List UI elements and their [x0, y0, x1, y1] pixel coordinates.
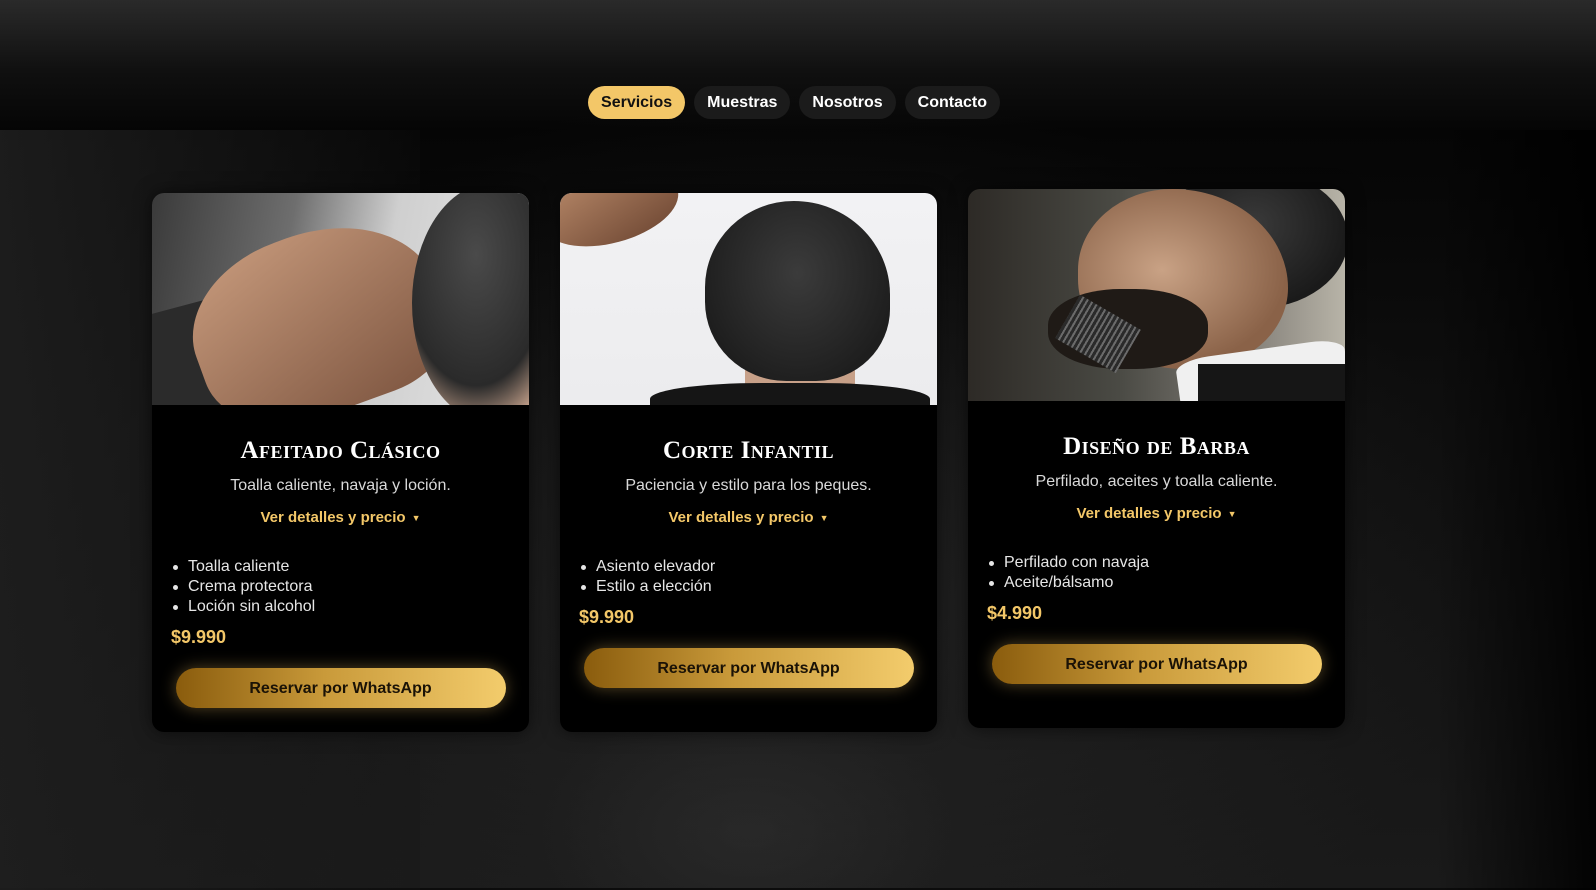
caret-down-icon: ▼: [411, 512, 421, 523]
nav-item-servicios[interactable]: Servicios: [588, 86, 686, 119]
list-item: Asiento elevador: [581, 557, 937, 577]
nav-item-nosotros[interactable]: Nosotros: [799, 86, 896, 119]
service-photo: [560, 193, 937, 405]
feature-list: Asiento elevador Estilo a elección: [560, 557, 937, 597]
service-description: Perfilado, aceites y toalla caliente.: [1035, 473, 1278, 490]
feature-list: Toalla caliente Crema protectora Loción …: [152, 557, 529, 617]
list-item: Toalla caliente: [173, 557, 529, 577]
list-item: Estilo a elección: [581, 577, 937, 597]
service-price: $9.990: [171, 627, 227, 647]
service-title: Diseño de Barba: [1063, 433, 1250, 460]
whatsapp-booking-button[interactable]: Reservar por WhatsApp: [583, 648, 914, 688]
list-item: Aceite/bálsamo: [989, 573, 1345, 593]
caret-down-icon: ▼: [819, 512, 829, 523]
service-title: Afeitado Clásico: [240, 437, 441, 464]
list-item: Perfilado con navaja: [989, 553, 1345, 573]
main-nav: Servicios Muestras Nosotros Contacto: [0, 86, 1596, 119]
details-toggle[interactable]: Ver detalles y precio ▼: [261, 509, 421, 526]
details-toggle[interactable]: Ver detalles y precio ▼: [669, 509, 829, 526]
nav-item-contacto[interactable]: Contacto: [904, 86, 1000, 119]
service-price: $4.990: [987, 603, 1043, 623]
service-card-corte-infantil: Corte Infantil Paciencia y estilo para l…: [560, 193, 937, 732]
service-description: Paciencia y estilo para los peques.: [625, 477, 872, 494]
service-card-diseno-barba: Diseño de Barba Perfilado, aceites y toa…: [968, 189, 1345, 728]
details-label: Ver detalles y precio: [1076, 505, 1222, 522]
service-price: $9.990: [579, 607, 635, 627]
service-title: Corte Infantil: [662, 437, 835, 464]
service-description: Toalla caliente, navaja y loción.: [230, 477, 451, 494]
whatsapp-booking-button[interactable]: Reservar por WhatsApp: [991, 644, 1322, 684]
nav-item-muestras[interactable]: Muestras: [694, 86, 791, 119]
whatsapp-booking-button[interactable]: Reservar por WhatsApp: [175, 668, 506, 708]
details-label: Ver detalles y precio: [260, 509, 406, 526]
details-toggle[interactable]: Ver detalles y precio ▼: [1077, 505, 1237, 522]
service-card-afeitado: Afeitado Clásico Toalla caliente, navaja…: [152, 193, 529, 732]
service-photo: [152, 193, 529, 405]
list-item: Loción sin alcohol: [173, 597, 529, 617]
caret-down-icon: ▼: [1227, 508, 1237, 519]
feature-list: Perfilado con navaja Aceite/bálsamo: [968, 553, 1345, 593]
service-photo: [968, 189, 1345, 401]
list-item: Crema protectora: [173, 577, 529, 597]
details-label: Ver detalles y precio: [668, 509, 814, 526]
